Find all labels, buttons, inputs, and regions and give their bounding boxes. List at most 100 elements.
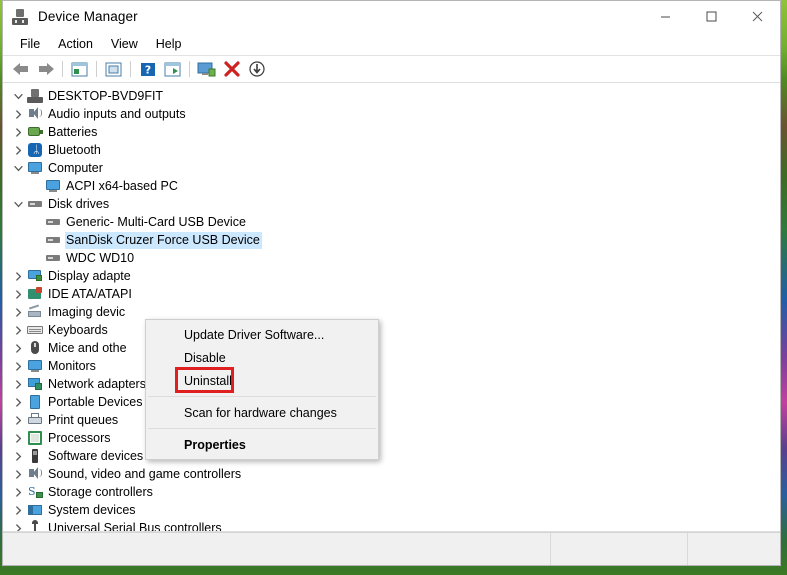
tree-item-label: Disk drives [47,196,111,213]
chevron-right-icon[interactable] [11,105,26,123]
tree-item[interactable]: Portable Devices [3,393,780,411]
chevron-right-icon[interactable] [11,375,26,393]
chevron-right-icon[interactable] [11,429,26,447]
tree-item[interactable]: Software devices [3,447,780,465]
chevron-right-icon[interactable] [11,285,26,303]
context-menu-item-update-driver-software[interactable]: Update Driver Software... [146,323,378,346]
tree-item[interactable]: ᛦBluetooth [3,141,780,159]
tree-item-label: DESKTOP-BVD9FIT [47,88,165,105]
tree-item-label: Bluetooth [47,142,103,159]
context-menu-item-uninstall[interactable]: Uninstall [146,369,378,392]
tree-item-label: Portable Devices [47,394,145,411]
network-adapter-icon [26,375,44,393]
maximize-button[interactable] [688,1,734,32]
chevron-right-icon[interactable] [11,447,26,465]
tree-item[interactable]: SanDisk Cruzer Force USB Device [3,231,780,249]
menu-file[interactable]: File [11,34,49,54]
tree-item-label: Display adapte [47,268,133,285]
battery-icon [26,123,44,141]
tree-item[interactable]: Keyboards [3,321,780,339]
tree-item-label: Imaging devic [47,304,127,321]
help-icon[interactable]: ? [135,58,160,80]
uninstall-device-icon[interactable] [219,58,244,80]
tree-item[interactable]: System devices [3,501,780,519]
chevron-right-icon[interactable] [11,483,26,501]
close-button[interactable] [734,1,780,32]
device-manager-icon [11,8,29,26]
chevron-down-icon[interactable] [11,195,26,213]
tree-item[interactable]: Batteries [3,123,780,141]
chevron-right-icon[interactable] [11,141,26,159]
toolbar-separator [189,61,190,77]
tree-item[interactable]: Imaging devic [3,303,780,321]
tree-item-label: Monitors [47,358,98,375]
chevron-right-icon[interactable] [11,123,26,141]
tree-item[interactable]: Computer [3,159,780,177]
disable-device-icon[interactable] [244,58,269,80]
tree-spacer [29,231,44,249]
tree-root-item[interactable]: DESKTOP-BVD9FIT [3,87,780,105]
chevron-right-icon[interactable] [11,303,26,321]
context-menu-item-disable[interactable]: Disable [146,346,378,369]
chevron-right-icon[interactable] [11,519,26,532]
monitor-icon [26,357,44,375]
disk-icon [26,195,44,213]
monitor-icon [26,159,44,177]
menu-action[interactable]: Action [49,34,102,54]
tree-item[interactable]: Display adapte [3,267,780,285]
menu-help[interactable]: Help [147,34,191,54]
menu-view[interactable]: View [102,34,147,54]
tree-item-label: Storage controllers [47,484,155,501]
tree-item[interactable]: Disk drives [3,195,780,213]
software-device-icon [26,447,44,465]
context-menu-item-scan-for-hardware-changes[interactable]: Scan for hardware changes [146,401,378,424]
tree-item[interactable]: Monitors [3,357,780,375]
tree-item-label: Keyboards [47,322,110,339]
tree-item[interactable]: Network adapters [3,375,780,393]
device-tree-pane[interactable]: DESKTOP-BVD9FITAudio inputs and outputsB… [3,83,780,532]
properties-icon[interactable] [101,58,126,80]
tree-item[interactable]: SStorage controllers [3,483,780,501]
chevron-right-icon[interactable] [11,267,26,285]
chevron-right-icon[interactable] [11,357,26,375]
show-hide-console-tree-icon[interactable] [67,58,92,80]
view-icon[interactable] [160,58,185,80]
tree-item[interactable]: ACPI x64-based PC [3,177,780,195]
tree-spacer [29,213,44,231]
chevron-down-icon[interactable] [11,87,26,105]
chevron-right-icon[interactable] [11,321,26,339]
chevron-right-icon[interactable] [11,393,26,411]
tree-item[interactable]: Universal Serial Bus controllers [3,519,780,532]
back-arrow-icon[interactable] [8,58,33,80]
chevron-right-icon[interactable] [11,465,26,483]
chevron-right-icon[interactable] [11,339,26,357]
tree-item[interactable]: IDE ATA/ATAPI [3,285,780,303]
processor-icon [26,429,44,447]
toolbar: ? [3,56,780,83]
system-device-icon [26,501,44,519]
scan-for-hardware-changes-icon[interactable] [194,58,219,80]
context-menu-separator [148,428,376,429]
tree-item-label: Processors [47,430,113,447]
tree-item[interactable]: Generic- Multi-Card USB Device [3,213,780,231]
ide-controller-icon [26,285,44,303]
chevron-down-icon[interactable] [11,159,26,177]
tree-item[interactable]: Sound, video and game controllers [3,465,780,483]
tree-item-label: SanDisk Cruzer Force USB Device [65,232,262,249]
tree-item[interactable]: Mice and othe [3,339,780,357]
chevron-right-icon[interactable] [11,411,26,429]
toolbar-separator [62,61,63,77]
tree-item[interactable]: Print queues [3,411,780,429]
minimize-button[interactable] [642,1,688,32]
display-adapter-icon [26,267,44,285]
mouse-icon [26,339,44,357]
tree-item-label: ACPI x64-based PC [65,178,180,195]
forward-arrow-icon[interactable] [33,58,58,80]
tree-item[interactable]: Audio inputs and outputs [3,105,780,123]
context-menu-item-properties[interactable]: Properties [146,433,378,456]
tree-item[interactable]: Processors [3,429,780,447]
title-bar: Device Manager [3,1,780,32]
toolbar-separator [96,61,97,77]
tree-item[interactable]: WDC WD10 [3,249,780,267]
chevron-right-icon[interactable] [11,501,26,519]
